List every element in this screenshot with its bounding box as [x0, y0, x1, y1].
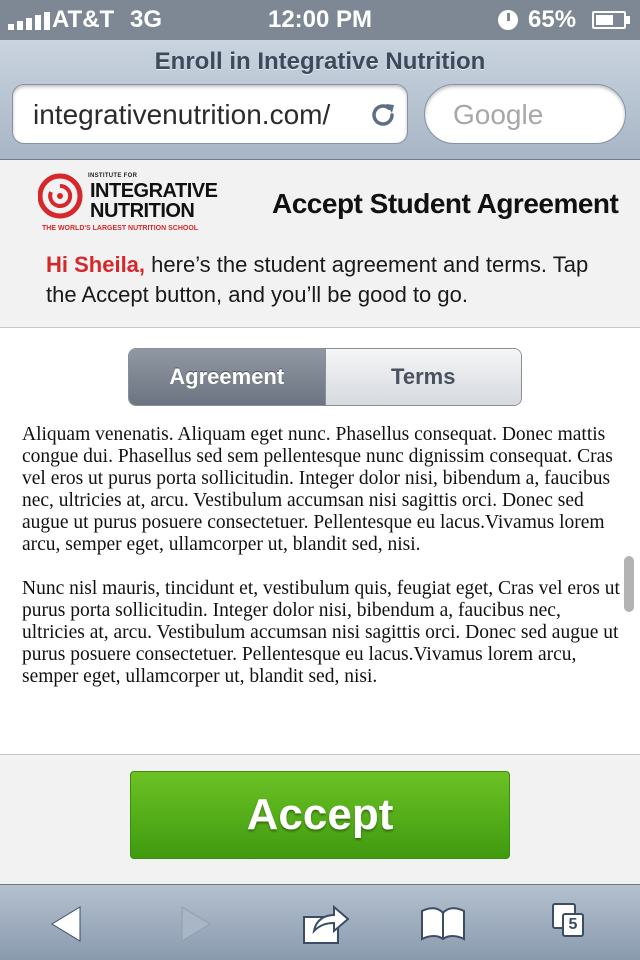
accept-area: Accept	[0, 754, 640, 884]
agreement-text: Aliquam venenatis. Aliquam eget nunc. Ph…	[22, 424, 622, 754]
agreement-terms-segmented-control: Agreement Terms	[128, 348, 522, 406]
back-arrow-icon[interactable]	[44, 899, 94, 949]
logo-line-2: NUTRITION	[90, 200, 195, 222]
accept-button[interactable]: Accept	[130, 771, 510, 859]
tabs-icon[interactable]: 5	[548, 899, 598, 949]
status-bar: AT&T 3G 12:00 PM 65%	[0, 0, 640, 40]
battery-percentage: 65%	[528, 6, 577, 33]
search-field[interactable]: Google	[424, 84, 626, 144]
agreement-paragraph: Aliquam venenatis. Aliquam eget nunc. Ph…	[22, 424, 613, 555]
url-field[interactable]: integrativenutrition.com/	[12, 84, 408, 144]
battery-icon	[592, 11, 630, 29]
logo-small-text: INSTITUTE FOR	[88, 173, 138, 179]
brand-logo: INSTITUTE FOR INTEGRATIVE NUTRITION THE …	[38, 172, 238, 232]
greeting-name: Hi Sheila,	[46, 252, 146, 277]
header-title: Accept Student Agreement	[272, 188, 619, 219]
bookmarks-icon[interactable]	[418, 899, 468, 949]
reload-icon[interactable]	[367, 99, 399, 131]
search-placeholder[interactable]: Google	[453, 99, 543, 131]
tab-count: 5	[562, 913, 584, 937]
greeting-message: Hi Sheila, here’s the student agreement …	[46, 250, 616, 310]
page-header: INSTITUTE FOR INTEGRATIVE NUTRITION THE …	[0, 160, 640, 328]
battery-fill	[596, 15, 613, 25]
browser-toolbar: 5	[0, 884, 640, 960]
tab-agreement[interactable]: Agreement	[129, 349, 325, 405]
url-text[interactable]: integrativenutrition.com/	[33, 99, 363, 131]
share-icon[interactable]	[300, 899, 350, 949]
browser-chrome: Enroll in Integrative Nutrition integrat…	[0, 40, 640, 160]
alarm-clock-icon	[498, 10, 518, 30]
agreement-paragraph: Nunc nisl mauris, tincidunt et, vestibul…	[22, 578, 620, 687]
logo-swirl-icon	[38, 173, 83, 219]
page-title: Enroll in Integrative Nutrition	[154, 48, 486, 75]
forward-arrow-icon[interactable]	[168, 899, 218, 949]
scrollbar[interactable]	[624, 556, 634, 612]
logo-tagline: THE WORLD'S LARGEST NUTRITION SCHOOL	[42, 225, 199, 232]
tab-terms[interactable]: Terms	[324, 349, 521, 405]
